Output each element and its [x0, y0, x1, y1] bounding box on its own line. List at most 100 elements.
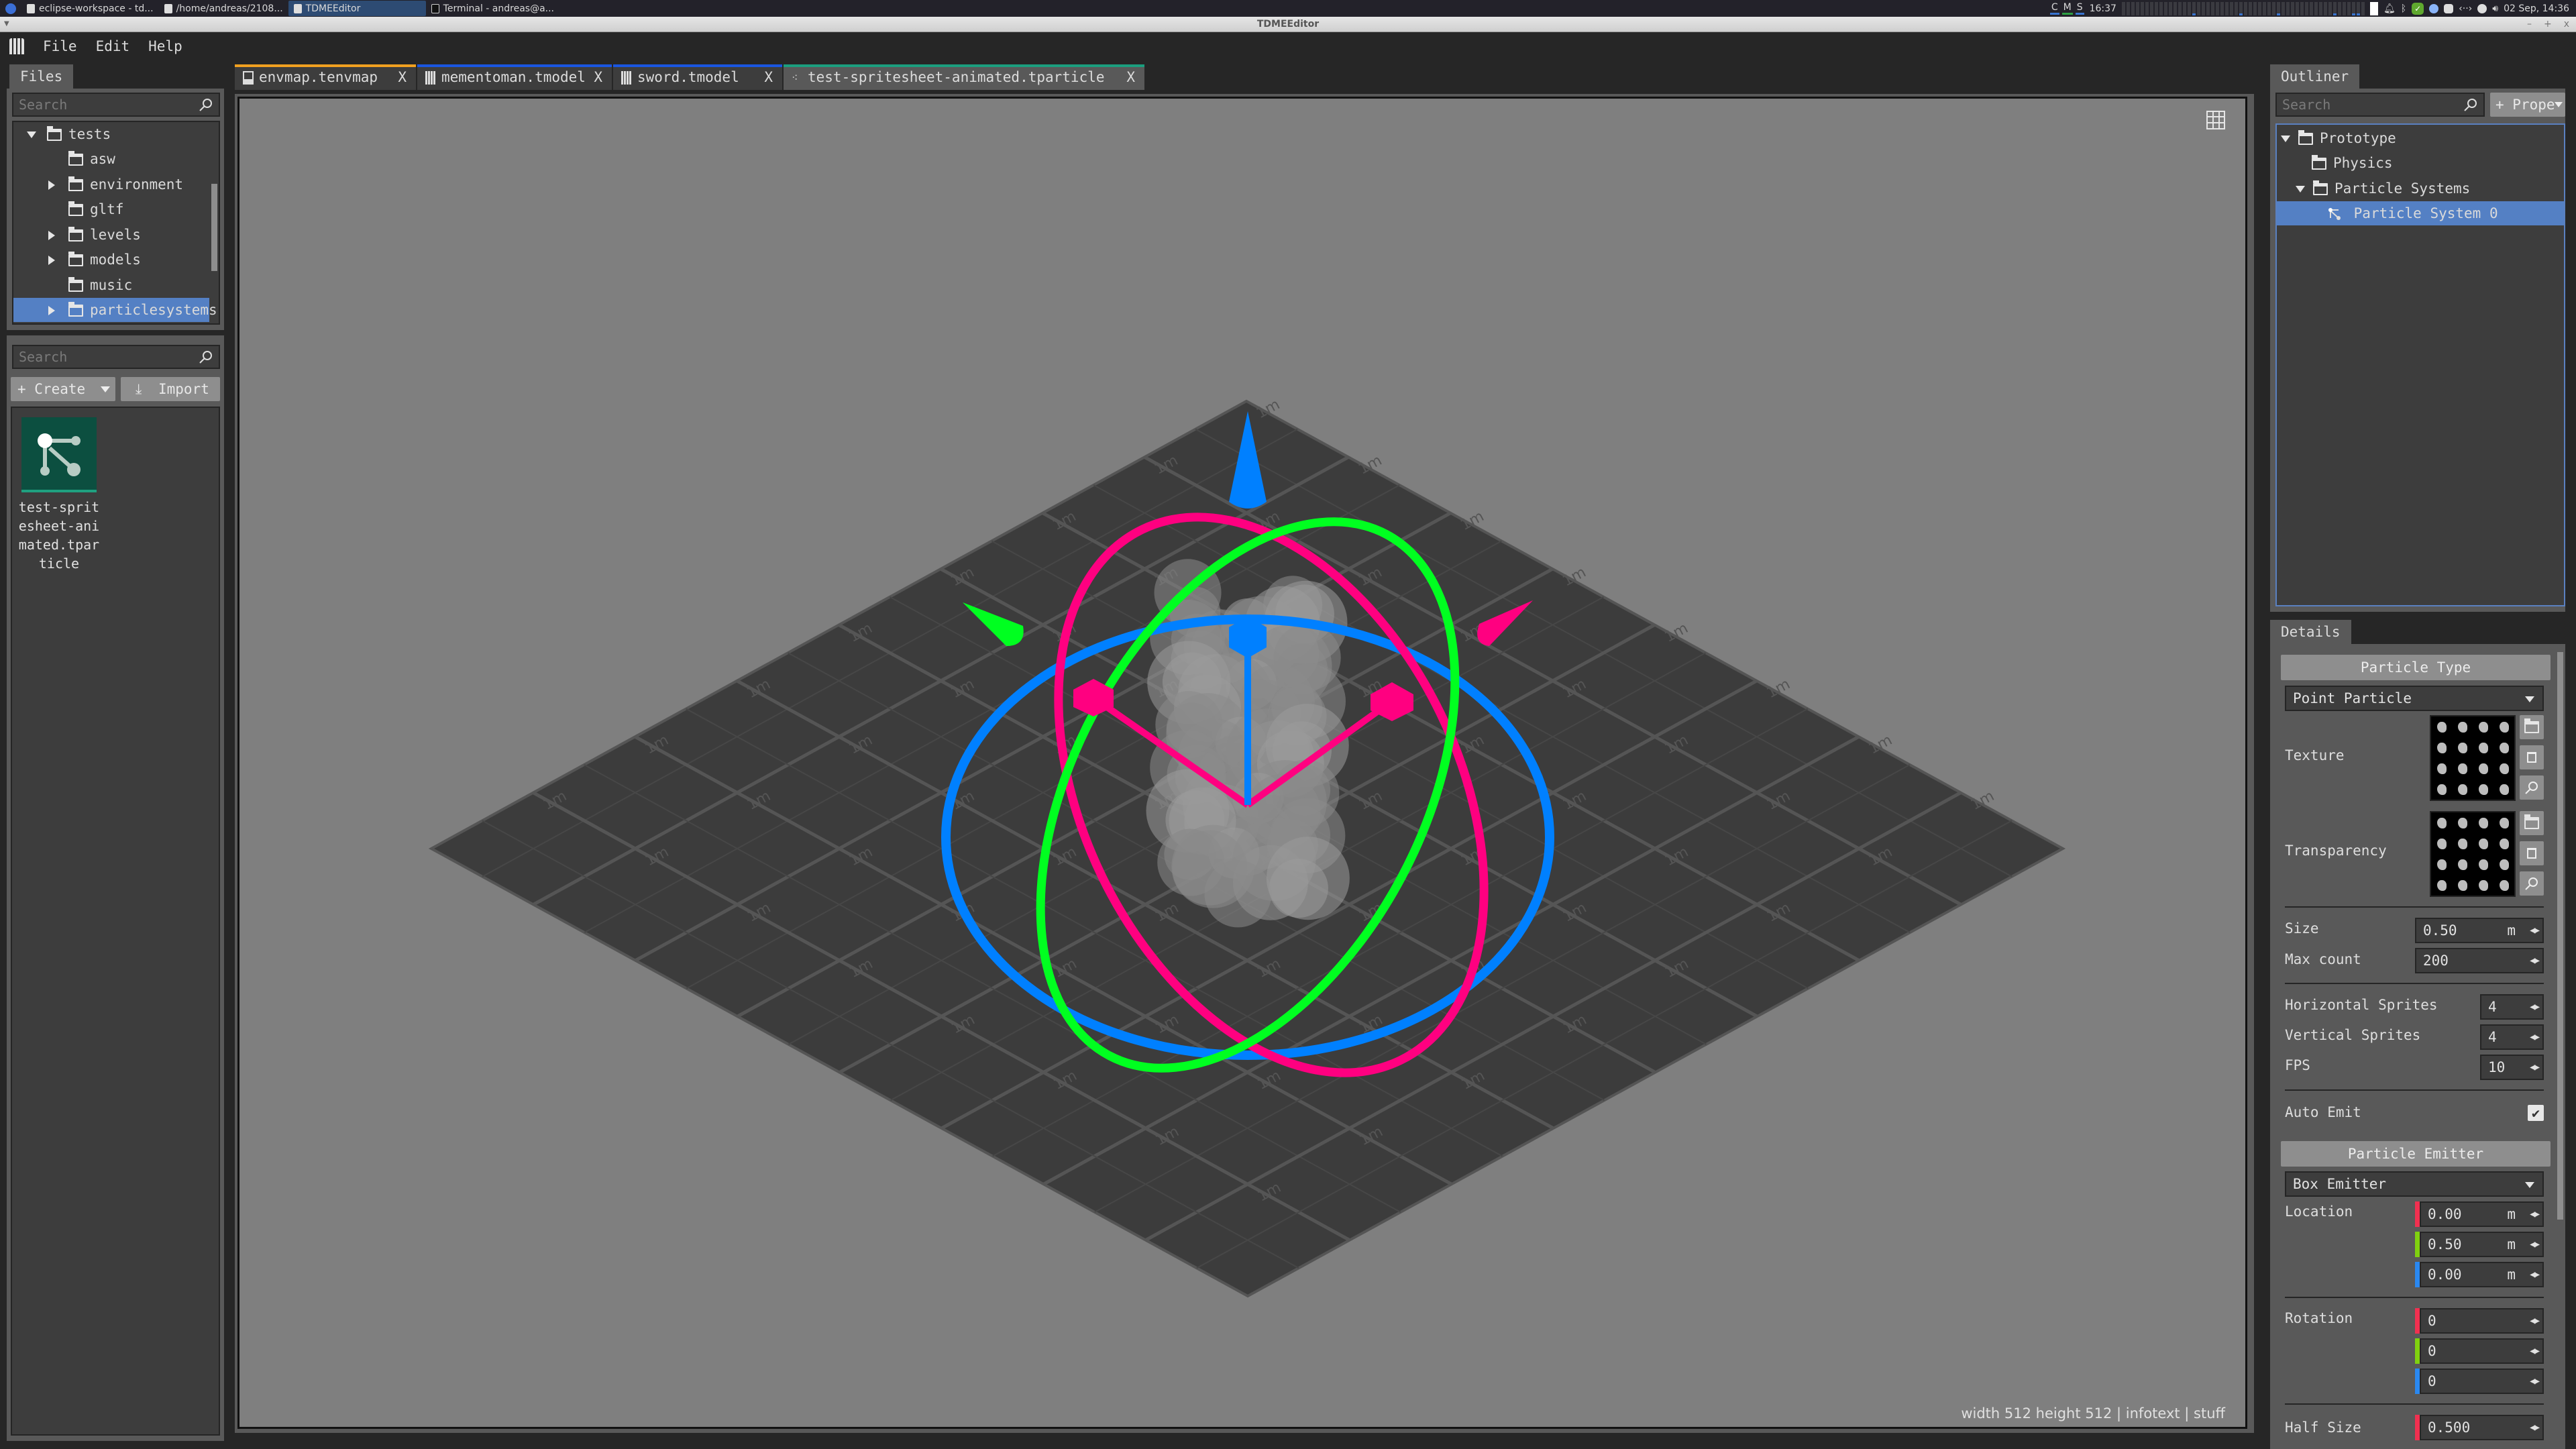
transparency-open-button[interactable] — [2520, 811, 2544, 835]
maximize-button[interactable]: + — [2544, 17, 2552, 32]
update-ok-icon[interactable]: ✓ — [2412, 2, 2424, 15]
close-tab-icon[interactable]: X — [764, 64, 773, 90]
discord-icon[interactable] — [2444, 3, 2454, 13]
file-name[interactable]: test-sprit esheet-ani mated.tpar ticle — [15, 498, 103, 573]
particle-emitter-header[interactable]: Particle Emitter — [2281, 1141, 2551, 1167]
stepper-arrows-icon[interactable]: ◀▶ — [2530, 1340, 2540, 1362]
task-tdmeeditor[interactable]: TDMEEditor — [288, 1, 426, 16]
tab-sword[interactable]: sword.tmodel X — [613, 64, 782, 90]
texture-open-button[interactable] — [2520, 715, 2544, 739]
tree-item-asw[interactable]: asw — [68, 147, 115, 171]
rotation-y-input[interactable]: 0 ◀▶ — [2420, 1338, 2544, 1364]
outliner-item-physics[interactable]: Physics — [2312, 151, 2393, 175]
tree-item-levels[interactable]: levels — [48, 223, 141, 247]
chevron-down-icon[interactable] — [2555, 102, 2563, 107]
outliner-item-particle-system-0[interactable]: Particle System 0 — [2277, 201, 2564, 225]
file-search-input[interactable]: Search — [12, 345, 220, 369]
tab-envmap[interactable]: envmap.tenvmap X — [235, 64, 416, 90]
expand-right-icon[interactable] — [48, 256, 55, 265]
tree-item-gltf[interactable]: gltf — [68, 197, 124, 221]
stepper-arrows-icon[interactable]: ◀▶ — [2530, 1233, 2540, 1256]
task-editor-file[interactable]: /home/andreas/2108... — [159, 1, 288, 16]
scene-canvas[interactable]: 1m1m1m1m1m1m1m1m1m1m1m1m1m1m1m1m1m1m1m1m… — [239, 99, 2247, 1429]
expand-right-icon[interactable] — [48, 306, 55, 315]
import-button[interactable]: ⤓ Import — [121, 377, 220, 401]
bluetooth-icon[interactable]: ᛒ — [2401, 3, 2406, 14]
tab-mementoman[interactable]: mementoman.tmodel X — [417, 64, 612, 90]
location-y-input[interactable]: 0.50 m ◀▶ — [2420, 1232, 2544, 1257]
tab-outliner[interactable]: Outliner — [2270, 64, 2360, 89]
menu-edit[interactable]: Edit — [87, 38, 140, 54]
tab-test-spritesheet-animated[interactable]: ⁖ test-spritesheet-animated.tparticle X — [784, 64, 1144, 90]
stepper-arrows-icon[interactable]: ◀▶ — [2530, 919, 2540, 942]
grid-toggle-icon[interactable] — [2206, 111, 2225, 129]
auto-emit-checkbox[interactable]: ✔ — [2528, 1105, 2544, 1121]
horizontal-sprites-input[interactable]: 4 ◀▶ — [2480, 994, 2544, 1020]
emitter-type-dropdown[interactable]: Box Emitter — [2285, 1171, 2544, 1197]
bell-icon[interactable]: 🔔︎ — [2383, 3, 2396, 14]
menu-file[interactable]: File — [34, 38, 87, 54]
tree-item-tests[interactable]: tests — [27, 122, 111, 146]
files-search-input[interactable]: Search — [12, 93, 220, 117]
stepper-arrows-icon[interactable]: ◀▶ — [2530, 1370, 2540, 1393]
chevron-down-icon[interactable] — [101, 386, 110, 392]
task-eclipse[interactable]: eclipse-workspace - td... — [21, 1, 159, 16]
stepper-arrows-icon[interactable]: ◀▶ — [2530, 1026, 2540, 1049]
details-scrollbar[interactable] — [2557, 652, 2563, 1220]
stepper-arrows-icon[interactable]: ◀▶ — [2530, 1056, 2540, 1079]
tree-item-particlesystems[interactable]: particlesystems — [13, 298, 217, 322]
max-count-input[interactable]: 200 ◀▶ — [2415, 948, 2544, 973]
expand-down-icon[interactable] — [2281, 136, 2290, 142]
particle-type-header[interactable]: Particle Type — [2281, 655, 2551, 680]
particle-type-dropdown[interactable]: Point Particle — [2285, 686, 2544, 711]
close-tab-icon[interactable]: X — [398, 64, 407, 90]
close-tab-icon[interactable]: X — [594, 64, 602, 90]
size-input[interactable]: 0.50 m ◀▶ — [2415, 918, 2544, 943]
app-launcher-icon[interactable] — [5, 3, 16, 14]
expand-down-icon[interactable] — [2296, 186, 2305, 193]
stepper-arrows-icon[interactable]: ◀▶ — [2530, 1203, 2540, 1226]
close-window-button[interactable]: x — [2564, 17, 2569, 32]
transparency-remove-button[interactable] — [2520, 841, 2544, 865]
tree-item-models[interactable]: models — [48, 248, 141, 272]
vertical-sprites-input[interactable]: 4 ◀▶ — [2480, 1024, 2544, 1050]
rotation-z-input[interactable]: 0 ◀▶ — [2420, 1368, 2544, 1394]
folder-tree-scrollbar[interactable] — [211, 184, 217, 271]
minimize-button[interactable]: – — [2527, 17, 2532, 32]
stepper-arrows-icon[interactable]: ◀▶ — [2530, 949, 2540, 972]
transparency-browse-button[interactable] — [2520, 871, 2544, 896]
close-tab-icon[interactable]: X — [1126, 64, 1135, 90]
location-x-input[interactable]: 0.00 m ◀▶ — [2420, 1201, 2544, 1227]
expand-right-icon[interactable] — [48, 180, 55, 190]
tab-details[interactable]: Details — [2270, 620, 2351, 644]
location-z-input[interactable]: 0.00 m ◀▶ — [2420, 1262, 2544, 1287]
scene-viewport[interactable]: 1m 1m 1m 1m 1m 1m 1m 1m 1m 1m 1m 1m 1m 1m 1m 1m 1m 1m 1m 1m… — [237, 97, 2247, 1429]
menu-help[interactable]: Help — [139, 38, 192, 54]
window-menu-icon[interactable]: ▼ — [4, 17, 9, 32]
window-titlebar[interactable]: ▼ TDMEEditor – + x — [0, 17, 2576, 32]
outliner-item-particle-systems[interactable]: Particle Systems — [2296, 176, 2470, 201]
texture-remove-button[interactable] — [2520, 745, 2544, 769]
texture-browse-button[interactable] — [2520, 775, 2544, 800]
outliner-search-input[interactable]: Search — [2275, 93, 2485, 117]
network-icon[interactable]: ‹··› — [2459, 3, 2472, 14]
stepper-arrows-icon[interactable]: ◀▶ — [2530, 1309, 2540, 1332]
signal-icon[interactable] — [2429, 3, 2439, 13]
outliner-item-prototype[interactable]: Prototype — [2281, 126, 2396, 150]
volume-icon[interactable]: 🔊︎ — [2492, 3, 2498, 14]
expand-right-icon[interactable] — [48, 231, 55, 240]
power-icon[interactable] — [2477, 3, 2487, 13]
create-button[interactable]: + Create — [11, 377, 115, 401]
stepper-arrows-icon[interactable]: ◀▶ — [2530, 1416, 2540, 1439]
stepper-arrows-icon[interactable]: ◀▶ — [2530, 1263, 2540, 1286]
fps-input[interactable]: 10 ◀▶ — [2480, 1055, 2544, 1080]
rotation-x-input[interactable]: 0 ◀▶ — [2420, 1308, 2544, 1334]
stepper-arrows-icon[interactable]: ◀▶ — [2530, 996, 2540, 1018]
tab-files[interactable]: Files — [9, 64, 74, 89]
task-terminal[interactable]: Terminal - andreas@a... — [426, 1, 559, 16]
tree-item-environment[interactable]: environment — [48, 172, 183, 197]
add-property-button[interactable]: + Prope — [2490, 93, 2565, 117]
tree-item-music[interactable]: music — [68, 273, 132, 297]
half-size-x-input[interactable]: 0.500 ◀▶ — [2420, 1415, 2544, 1440]
expand-down-icon[interactable] — [27, 131, 36, 138]
